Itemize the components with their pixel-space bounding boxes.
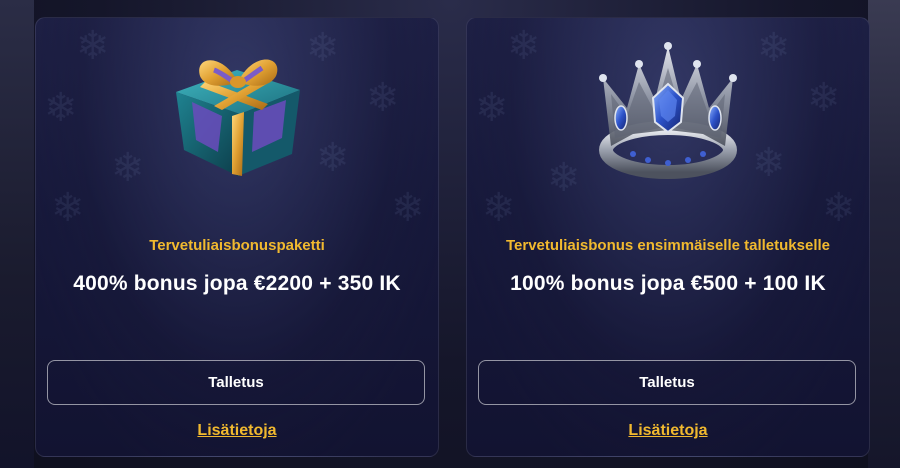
snowflake-decoration-icon: ❄ (366, 75, 400, 121)
snowflake-decoration-icon: ❄ (822, 185, 856, 231)
offer-subtitle: Tervetuliaisbonuspaketti (149, 237, 325, 254)
offer-card-first-deposit: ❄ ❄ ❄ ❄ ❄ ❄ ❄ ❄ Tervetuliaisbonus ensimm… (466, 17, 870, 457)
more-info-link[interactable]: Lisätietoja (36, 422, 438, 440)
offer-subtitle: Tervetuliaisbonus ensimmäiselle talletuk… (505, 237, 831, 254)
deposit-button[interactable]: Talletus (47, 360, 425, 405)
more-info-link[interactable]: Lisätietoja (467, 422, 869, 440)
background-edge-right (868, 0, 900, 468)
offer-card-welcome-package: ❄ ❄ ❄ ❄ ❄ ❄ ❄ ❄ Tervetuliaisbonuspaketti… (35, 17, 439, 457)
snowflake-decoration-icon: ❄ (391, 185, 425, 231)
snowflake-decoration-icon: ❄ (44, 85, 78, 131)
snowflake-decoration-icon: ❄ (475, 85, 509, 131)
snowflake-decoration-icon: ❄ (752, 140, 786, 186)
crown-icon (599, 42, 737, 179)
background-edge-left (0, 0, 34, 468)
snowflake-decoration-icon: ❄ (51, 185, 85, 231)
offer-headline: 100% bonus jopa €500 + 100 IK (510, 272, 826, 295)
offer-headline: 400% bonus jopa €2200 + 350 IK (73, 272, 401, 295)
snowflake-decoration-icon: ❄ (482, 185, 516, 231)
deposit-button[interactable]: Talletus (478, 360, 856, 405)
snowflake-decoration-icon: ❄ (111, 145, 145, 191)
snowflake-decoration-icon: ❄ (316, 135, 350, 181)
snowflake-decoration-icon: ❄ (757, 25, 791, 71)
snowflake-decoration-icon: ❄ (507, 23, 541, 69)
snowflake-decoration-icon: ❄ (807, 75, 841, 121)
gift-box-icon (176, 59, 300, 176)
snowflake-decoration-icon: ❄ (76, 23, 110, 69)
snowflake-decoration-icon: ❄ (547, 155, 581, 201)
